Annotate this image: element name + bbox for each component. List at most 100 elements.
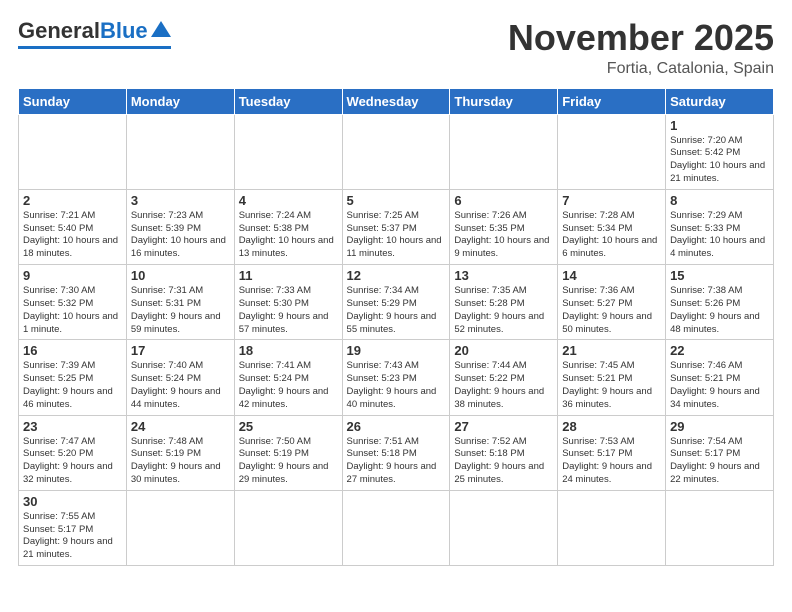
day-number: 7 xyxy=(562,193,661,208)
day-info: Sunrise: 7:29 AM Sunset: 5:33 PM Dayligh… xyxy=(670,210,769,261)
day-info: Sunrise: 7:46 AM Sunset: 5:21 PM Dayligh… xyxy=(670,360,769,411)
header-friday: Friday xyxy=(558,88,666,114)
logo-triangle-icon xyxy=(151,21,171,37)
location: Fortia, Catalonia, Spain xyxy=(508,60,774,78)
day-info: Sunrise: 7:54 AM Sunset: 5:17 PM Dayligh… xyxy=(670,436,769,487)
day-cell: 12Sunrise: 7:34 AM Sunset: 5:29 PM Dayli… xyxy=(342,265,450,340)
day-cell: 11 Sunrise: 7:33 AM Sunset: 5:30 PM Dayli… xyxy=(234,265,342,340)
day-info: Sunrise: 7:20 AM Sunset: 5:42 PM Dayligh… xyxy=(670,135,769,186)
day-cell: 20 Sunrise: 7:44 AM Sunset: 5:22 PM Dayli… xyxy=(450,340,558,415)
day-number: 5 xyxy=(347,193,446,208)
title-block: November 2025 Fortia, Catalonia, Spain xyxy=(508,18,774,78)
week-row-3: 16 Sunrise: 7:39 AM Sunset: 5:25 PM Dayli… xyxy=(19,340,774,415)
month-title: November 2025 xyxy=(508,18,774,58)
day-number: 8 xyxy=(670,193,769,208)
week-row-1: 2 Sunrise: 7:21 AM Sunset: 5:40 PM Daylig… xyxy=(19,189,774,264)
day-info: Sunrise: 7:39 AM Sunset: 5:25 PM Dayligh… xyxy=(23,360,122,411)
day-cell: 13 Sunrise: 7:35 AM Sunset: 5:28 PM Dayli… xyxy=(450,265,558,340)
day-info: Sunrise: 7:51 AM Sunset: 5:18 PM Dayligh… xyxy=(347,436,446,487)
day-info: Sunrise: 7:41 AM Sunset: 5:24 PM Dayligh… xyxy=(239,360,338,411)
day-number: 25 xyxy=(239,419,338,434)
day-cell: 3 Sunrise: 7:23 AM Sunset: 5:39 PM Daylig… xyxy=(126,189,234,264)
day-info: Sunrise: 7:25 AM Sunset: 5:37 PM Dayligh… xyxy=(347,210,446,261)
header-monday: Monday xyxy=(126,88,234,114)
day-number: 13 xyxy=(454,268,553,283)
day-info: Sunrise: 7:36 AM Sunset: 5:27 PM Dayligh… xyxy=(562,285,661,336)
day-info: Sunrise: 7:23 AM Sunset: 5:39 PM Dayligh… xyxy=(131,210,230,261)
day-cell: 5 Sunrise: 7:25 AM Sunset: 5:37 PM Daylig… xyxy=(342,189,450,264)
day-info: Sunrise: 7:47 AM Sunset: 5:20 PM Dayligh… xyxy=(23,436,122,487)
day-cell: 30 Sunrise: 7:55 AM Sunset: 5:17 PM Dayli… xyxy=(19,490,127,565)
logo: General Blue xyxy=(18,18,171,49)
day-cell: 15 Sunrise: 7:38 AM Sunset: 5:26 PM Dayli… xyxy=(666,265,774,340)
day-cell: 18 Sunrise: 7:41 AM Sunset: 5:24 PM Dayli… xyxy=(234,340,342,415)
header: General Blue November 2025 Fortia, Catal… xyxy=(18,18,774,78)
day-cell xyxy=(666,490,774,565)
day-number: 23 xyxy=(23,419,122,434)
day-number: 11 xyxy=(239,268,338,283)
day-number: 15 xyxy=(670,268,769,283)
week-row-5: 30 Sunrise: 7:55 AM Sunset: 5:17 PM Dayli… xyxy=(19,490,774,565)
day-info: Sunrise: 7:43 AM Sunset: 5:23 PM Dayligh… xyxy=(347,360,446,411)
header-wednesday: Wednesday xyxy=(342,88,450,114)
day-info: Sunrise: 7:24 AM Sunset: 5:38 PM Dayligh… xyxy=(239,210,338,261)
day-cell: 7 Sunrise: 7:28 AM Sunset: 5:34 PM Daylig… xyxy=(558,189,666,264)
day-cell xyxy=(234,114,342,189)
day-info: Sunrise: 7:38 AM Sunset: 5:26 PM Dayligh… xyxy=(670,285,769,336)
day-number: 28 xyxy=(562,419,661,434)
day-cell: 10 Sunrise: 7:31 AM Sunset: 5:31 PM Dayli… xyxy=(126,265,234,340)
day-cell: 23 Sunrise: 7:47 AM Sunset: 5:20 PM Dayli… xyxy=(19,415,127,490)
day-info: Sunrise: 7:31 AM Sunset: 5:31 PM Dayligh… xyxy=(131,285,230,336)
day-cell: 8 Sunrise: 7:29 AM Sunset: 5:33 PM Daylig… xyxy=(666,189,774,264)
day-cell: 25 Sunrise: 7:50 AM Sunset: 5:19 PM Dayli… xyxy=(234,415,342,490)
day-number: 1 xyxy=(670,118,769,133)
day-number: 12 xyxy=(347,268,446,283)
logo-underline xyxy=(18,46,171,49)
day-cell: 14 Sunrise: 7:36 AM Sunset: 5:27 PM Dayli… xyxy=(558,265,666,340)
day-cell: 4Sunrise: 7:24 AM Sunset: 5:38 PM Daylig… xyxy=(234,189,342,264)
day-number: 27 xyxy=(454,419,553,434)
day-number: 3 xyxy=(131,193,230,208)
day-number: 30 xyxy=(23,494,122,509)
day-info: Sunrise: 7:55 AM Sunset: 5:17 PM Dayligh… xyxy=(23,511,122,562)
day-cell: 9Sunrise: 7:30 AM Sunset: 5:32 PM Daylig… xyxy=(19,265,127,340)
day-cell xyxy=(558,490,666,565)
day-number: 19 xyxy=(347,343,446,358)
day-info: Sunrise: 7:50 AM Sunset: 5:19 PM Dayligh… xyxy=(239,436,338,487)
day-cell xyxy=(450,114,558,189)
header-tuesday: Tuesday xyxy=(234,88,342,114)
day-info: Sunrise: 7:53 AM Sunset: 5:17 PM Dayligh… xyxy=(562,436,661,487)
calendar-page: General Blue November 2025 Fortia, Catal… xyxy=(0,0,792,576)
day-info: Sunrise: 7:21 AM Sunset: 5:40 PM Dayligh… xyxy=(23,210,122,261)
day-cell: 24 Sunrise: 7:48 AM Sunset: 5:19 PM Dayli… xyxy=(126,415,234,490)
day-info: Sunrise: 7:26 AM Sunset: 5:35 PM Dayligh… xyxy=(454,210,553,261)
day-number: 16 xyxy=(23,343,122,358)
day-cell: 29Sunrise: 7:54 AM Sunset: 5:17 PM Dayli… xyxy=(666,415,774,490)
day-cell xyxy=(342,490,450,565)
day-info: Sunrise: 7:33 AM Sunset: 5:30 PM Dayligh… xyxy=(239,285,338,336)
day-number: 24 xyxy=(131,419,230,434)
day-cell: 22 Sunrise: 7:46 AM Sunset: 5:21 PM Dayli… xyxy=(666,340,774,415)
day-number: 18 xyxy=(239,343,338,358)
day-info: Sunrise: 7:28 AM Sunset: 5:34 PM Dayligh… xyxy=(562,210,661,261)
day-cell xyxy=(234,490,342,565)
day-info: Sunrise: 7:44 AM Sunset: 5:22 PM Dayligh… xyxy=(454,360,553,411)
week-row-0: 1 Sunrise: 7:20 AM Sunset: 5:42 PM Daylig… xyxy=(19,114,774,189)
header-sunday: Sunday xyxy=(19,88,127,114)
day-cell xyxy=(126,490,234,565)
day-number: 22 xyxy=(670,343,769,358)
day-info: Sunrise: 7:52 AM Sunset: 5:18 PM Dayligh… xyxy=(454,436,553,487)
day-number: 14 xyxy=(562,268,661,283)
day-info: Sunrise: 7:35 AM Sunset: 5:28 PM Dayligh… xyxy=(454,285,553,336)
day-cell xyxy=(558,114,666,189)
logo-general: General xyxy=(18,18,100,44)
day-cell xyxy=(342,114,450,189)
day-number: 2 xyxy=(23,193,122,208)
day-number: 9 xyxy=(23,268,122,283)
day-cell: 26Sunrise: 7:51 AM Sunset: 5:18 PM Dayli… xyxy=(342,415,450,490)
day-number: 20 xyxy=(454,343,553,358)
day-cell: 28 Sunrise: 7:53 AM Sunset: 5:17 PM Dayli… xyxy=(558,415,666,490)
day-number: 10 xyxy=(131,268,230,283)
day-info: Sunrise: 7:48 AM Sunset: 5:19 PM Dayligh… xyxy=(131,436,230,487)
day-cell xyxy=(126,114,234,189)
